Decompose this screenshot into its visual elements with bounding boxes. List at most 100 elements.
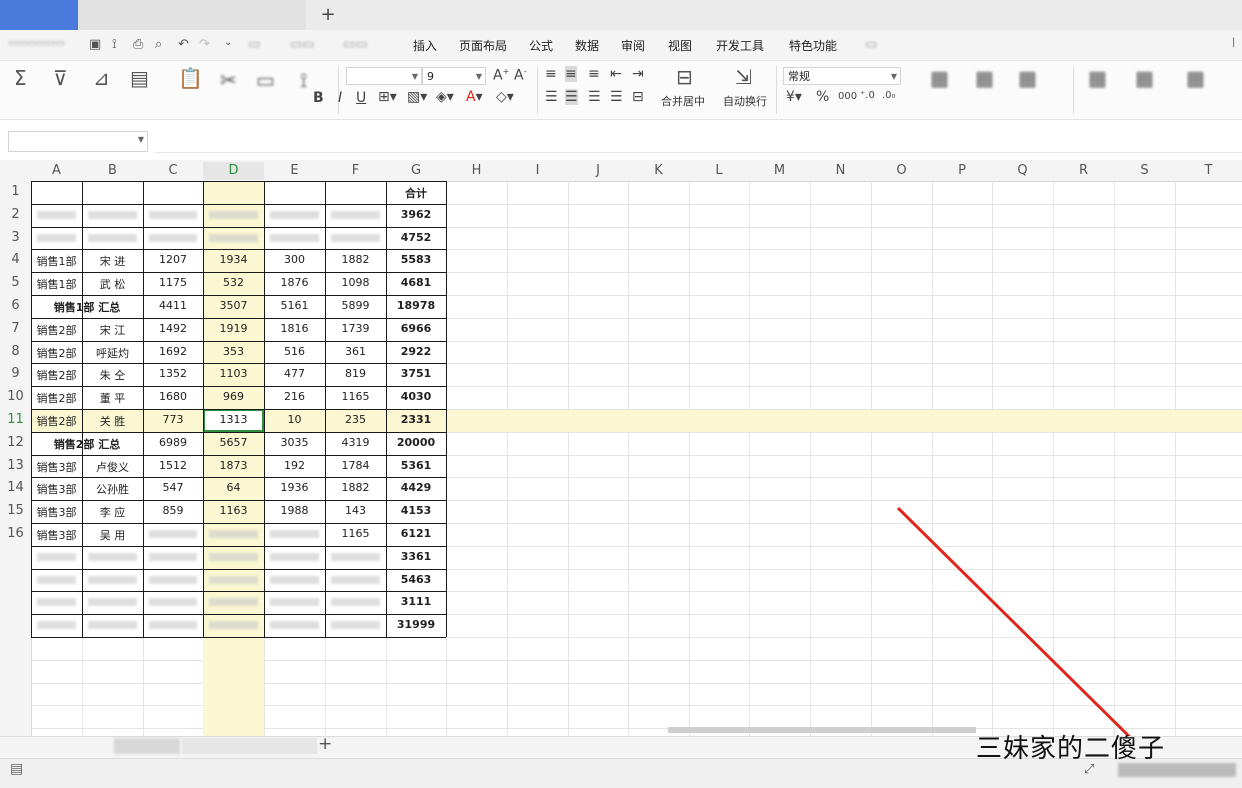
- border-icon[interactable]: ⊞▾: [378, 89, 397, 105]
- column-header-r[interactable]: R: [1053, 162, 1114, 180]
- name-box[interactable]: ▼: [8, 131, 148, 152]
- data-cell[interactable]: 516: [264, 345, 325, 358]
- header-total-cell[interactable]: 合计: [386, 185, 446, 201]
- underline-button[interactable]: U: [356, 90, 366, 106]
- data-cell[interactable]: 1876: [264, 276, 325, 289]
- menu-formulas[interactable]: 公式: [529, 37, 553, 54]
- data-cell[interactable]: 1919: [203, 322, 264, 335]
- data-cell[interactable]: 董 平: [82, 390, 143, 406]
- menu-special[interactable]: 特色功能: [789, 37, 837, 54]
- data-cell[interactable]: 销售1部: [31, 276, 82, 292]
- data-cell[interactable]: 1352: [143, 367, 203, 380]
- total-cell[interactable]: 3111: [386, 595, 446, 608]
- data-cell[interactable]: 销售1部: [31, 253, 82, 269]
- data-cell[interactable]: 1692: [143, 345, 203, 358]
- data-cell[interactable]: 李 应: [82, 504, 143, 520]
- data-cell[interactable]: 1934: [203, 253, 264, 266]
- subtotal-label[interactable]: 销售1部 汇总: [31, 299, 143, 315]
- save-icon[interactable]: ▣: [89, 37, 101, 52]
- rowcol-icon-blurred[interactable]: ▦: [1135, 66, 1154, 90]
- decrease-decimal-icon[interactable]: .0₀: [882, 90, 896, 101]
- data-cell[interactable]: 销售2部: [31, 345, 82, 361]
- justify-icon[interactable]: ☰: [610, 89, 623, 105]
- align-middle-icon[interactable]: ≡: [565, 66, 577, 82]
- data-cell[interactable]: 143: [325, 504, 386, 517]
- total-cell[interactable]: 2331: [386, 413, 446, 426]
- column-header-i[interactable]: I: [507, 162, 568, 180]
- row-header-10[interactable]: 10: [0, 389, 31, 412]
- column-header-h[interactable]: H: [446, 162, 507, 180]
- align-center-icon[interactable]: ☰: [565, 89, 578, 105]
- data-cell[interactable]: 吴 用: [82, 527, 143, 543]
- data-cell[interactable]: 3507: [203, 299, 264, 312]
- data-cell[interactable]: 773: [143, 413, 203, 426]
- data-cell[interactable]: 353: [203, 345, 264, 358]
- number-format-select[interactable]: 常规 ▼: [783, 67, 901, 85]
- total-cell[interactable]: 5463: [386, 573, 446, 586]
- symbol-icon-blurred[interactable]: ▦: [1018, 66, 1037, 90]
- format-icon[interactable]: ▤: [130, 66, 149, 90]
- row-header-8[interactable]: 8: [0, 344, 31, 367]
- row-header-6[interactable]: 6: [0, 298, 31, 321]
- column-header-p[interactable]: P: [932, 162, 992, 180]
- menu-page-layout[interactable]: 页面布局: [459, 37, 507, 54]
- data-cell[interactable]: 235: [325, 413, 386, 426]
- increase-decimal-icon[interactable]: ⁺.0: [860, 90, 875, 101]
- data-cell[interactable]: 1882: [325, 253, 386, 266]
- data-cell[interactable]: 武 松: [82, 276, 143, 292]
- data-cell[interactable]: 1936: [264, 481, 325, 494]
- column-header-k[interactable]: K: [628, 162, 689, 180]
- data-cell[interactable]: 1873: [203, 459, 264, 472]
- blurred-menu-4[interactable]: ▭: [865, 37, 877, 52]
- customize-icon[interactable]: ⌄: [224, 37, 232, 48]
- add-sheet-button[interactable]: +: [318, 734, 332, 754]
- data-cell[interactable]: 532: [203, 276, 264, 289]
- row-header-5[interactable]: 5: [0, 275, 31, 298]
- font-size-select[interactable]: 9 ▼: [422, 67, 486, 85]
- column-header-c[interactable]: C: [143, 162, 203, 180]
- row-header-14[interactable]: 14: [0, 480, 31, 503]
- data-cell[interactable]: 销售3部: [31, 504, 82, 520]
- fill-color-icon[interactable]: ◈▾: [436, 89, 454, 105]
- align-top-icon[interactable]: ≡: [545, 66, 557, 82]
- brush-icon-blurred[interactable]: ⟟: [300, 68, 307, 92]
- data-cell[interactable]: 1988: [264, 504, 325, 517]
- paste-icon[interactable]: 📋: [178, 66, 203, 90]
- data-cell[interactable]: 销售2部: [31, 322, 82, 338]
- row-header-15[interactable]: 15: [0, 503, 31, 526]
- total-cell[interactable]: 18978: [386, 299, 446, 312]
- total-cell[interactable]: 5583: [386, 253, 446, 266]
- fill-icon-blurred[interactable]: ▦: [1088, 66, 1107, 90]
- row-header-12[interactable]: 12: [0, 435, 31, 458]
- data-cell[interactable]: 销售2部: [31, 390, 82, 406]
- total-cell[interactable]: 5361: [386, 459, 446, 472]
- column-header-b[interactable]: B: [82, 162, 143, 180]
- data-cell[interactable]: 宋 进: [82, 253, 143, 269]
- total-cell[interactable]: 4429: [386, 481, 446, 494]
- data-cell[interactable]: 销售2部: [31, 413, 82, 429]
- data-cell[interactable]: 1492: [143, 322, 203, 335]
- data-cell[interactable]: 朱 仝: [82, 367, 143, 383]
- data-cell[interactable]: 1512: [143, 459, 203, 472]
- column-header-d[interactable]: D: [203, 162, 264, 180]
- total-cell[interactable]: 6966: [386, 322, 446, 335]
- cell-style-icon[interactable]: ▧▾: [407, 89, 427, 105]
- copy-icon-blurred[interactable]: ▭: [256, 68, 275, 92]
- macro-icon[interactable]: ▤: [10, 761, 23, 777]
- merge-center-icon[interactable]: ⊟: [676, 65, 693, 89]
- data-cell[interactable]: 1098: [325, 276, 386, 289]
- total-cell[interactable]: 2922: [386, 345, 446, 358]
- total-cell[interactable]: 3751: [386, 367, 446, 380]
- data-cell[interactable]: 1103: [203, 367, 264, 380]
- sort-icon[interactable]: ⊿: [93, 66, 110, 90]
- data-cell[interactable]: 5899: [325, 299, 386, 312]
- data-cell[interactable]: 1313: [203, 413, 264, 426]
- merge-center-button[interactable]: 合并居中: [661, 93, 705, 109]
- align-right-icon[interactable]: ☰: [588, 89, 601, 105]
- row-header-3[interactable]: 3: [0, 230, 31, 253]
- row-header-4[interactable]: 4: [0, 252, 31, 275]
- data-cell[interactable]: 销售3部: [31, 481, 82, 497]
- wrap-text-icon[interactable]: ⇲: [735, 65, 752, 89]
- blurred-menu-1[interactable]: ▭: [248, 37, 260, 52]
- italic-button[interactable]: I: [338, 90, 342, 106]
